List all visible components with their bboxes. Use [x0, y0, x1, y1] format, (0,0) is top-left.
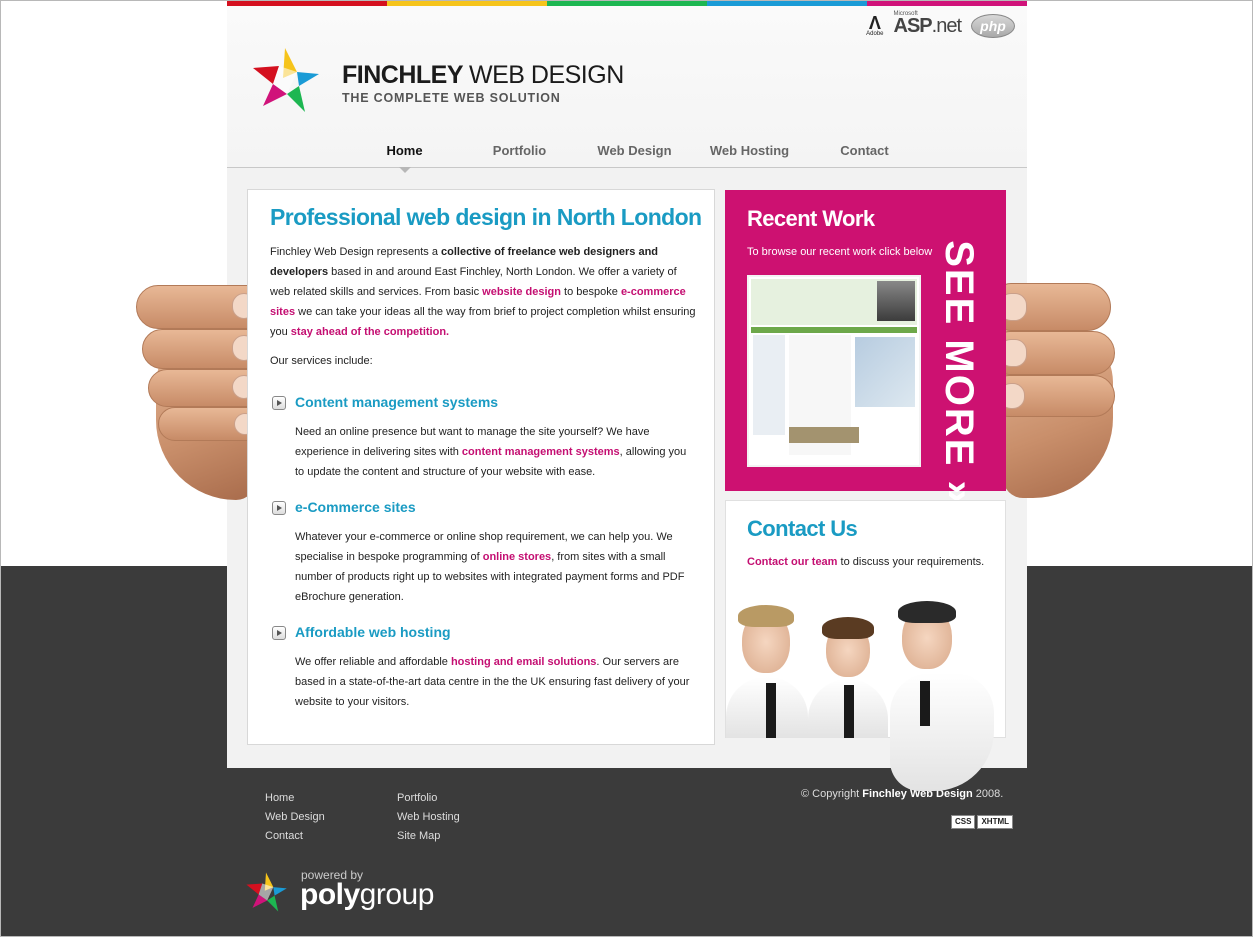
site-title-rest: WEB DESIGN — [469, 61, 624, 89]
aspnet-logo: Microsoft ASP.net — [893, 11, 962, 38]
service-desc-ecommerce: Whatever your e-commerce or online shop … — [295, 527, 695, 607]
team-photo-person-3 — [890, 601, 994, 791]
recent-work-heading: Recent Work — [747, 206, 875, 231]
finchley-logo-icon[interactable] — [249, 44, 321, 116]
contact-team-link[interactable]: Contact our team — [747, 556, 837, 568]
site-title-bold: FINCHLEY — [342, 61, 463, 89]
recent-work-panel: Recent Work To browse our recent work cl… — [725, 190, 1006, 505]
footer-link-home[interactable]: Home — [265, 789, 325, 808]
contact-lead-text: to discuss your requirements. — [837, 556, 985, 568]
see-more-button[interactable]: SEE MORE » — [929, 240, 987, 505]
contact-lead: Contact our team to discuss your require… — [747, 556, 984, 568]
cms-link[interactable]: content management systems — [462, 446, 620, 458]
tie — [766, 683, 776, 738]
site-header: FINCHLEY WEB DESIGN THE COMPLETE WEB SOL… — [227, 6, 1027, 173]
polygroup-logo-icon — [246, 872, 287, 912]
footer-link-web-hosting[interactable]: Web Hosting — [397, 808, 460, 827]
play-arrow-icon — [272, 501, 286, 515]
thumb-column — [753, 335, 785, 435]
microsoft-label: Microsoft — [893, 10, 918, 17]
see-more-label: SEE MORE » — [936, 239, 981, 505]
brand-bold: poly — [300, 878, 360, 911]
intro-paragraph: Finchley Web Design represents a collect… — [270, 242, 698, 342]
service-desc-hosting: We offer reliable and affordable hosting… — [295, 652, 695, 712]
adobe-glyph-icon: Λ — [868, 12, 881, 33]
net-label: .net — [931, 14, 962, 37]
footer-links-col1: Home Web Design Contact — [265, 789, 325, 846]
hair — [822, 617, 874, 639]
contact-heading: Contact Us — [747, 516, 858, 541]
tie — [920, 681, 930, 726]
technology-logos: Λ Adobe Microsoft ASP.net php — [866, 11, 1015, 38]
footer-link-portfolio[interactable]: Portfolio — [397, 789, 460, 808]
stay-ahead-link[interactable]: stay ahead of the competition. — [291, 326, 449, 338]
service-text: We offer reliable and affordable — [295, 656, 451, 668]
shirt — [890, 673, 994, 791]
service-title-ecommerce: e-Commerce sites — [295, 499, 416, 515]
nav-contact[interactable]: Contact — [807, 143, 922, 158]
thumb-nav — [751, 327, 917, 333]
polygroup-wordmark: polygroup — [300, 878, 434, 912]
thumb-images — [789, 427, 859, 443]
intro-text-3: to bespoke — [561, 286, 621, 298]
nav-portfolio[interactable]: Portfolio — [462, 143, 577, 158]
main-navigation: Home Portfolio Web Design Web Hosting Co… — [347, 143, 922, 173]
site-tagline: THE COMPLETE WEB SOLUTION — [342, 91, 561, 105]
thumb-map — [855, 337, 915, 407]
intro-text-1: Finchley Web Design represents a — [270, 246, 441, 258]
online-stores-link[interactable]: online stores — [483, 551, 551, 563]
contact-panel: Contact Us Contact our team to discuss y… — [725, 500, 1006, 791]
team-photo-person-2 — [808, 617, 888, 738]
css-valid-badge[interactable]: CSS — [951, 815, 976, 829]
hair — [898, 601, 956, 623]
right-hand-image — [995, 283, 1117, 498]
site-title[interactable]: FINCHLEY WEB DESIGN — [342, 61, 624, 90]
brand-rest: group — [359, 878, 435, 911]
play-arrow-icon — [272, 396, 286, 410]
team-photo-person-1 — [726, 601, 808, 738]
service-desc-cms: Need an online presence but want to mana… — [295, 422, 695, 482]
copyright-prefix: © Copyright — [801, 788, 863, 800]
services-lead: Our services include: — [270, 355, 373, 367]
recent-work-lead: To browse our recent work click below — [747, 246, 933, 258]
footer-link-contact[interactable]: Contact — [265, 827, 325, 846]
hosting-email-link[interactable]: hosting and email solutions — [451, 656, 596, 668]
validation-badges: CSS XHTML — [951, 815, 1014, 829]
xhtml-valid-badge[interactable]: XHTML — [977, 815, 1014, 829]
asp-label: ASP — [893, 14, 933, 37]
nav-home[interactable]: Home — [347, 143, 462, 173]
left-hand-image — [136, 285, 262, 500]
nav-web-design[interactable]: Web Design — [577, 143, 692, 158]
footer-links-col2: Portfolio Web Hosting Site Map — [397, 789, 460, 846]
hair — [738, 605, 794, 627]
footer-link-site-map[interactable]: Site Map — [397, 827, 460, 846]
service-title-cms: Content management systems — [295, 394, 499, 410]
nav-web-hosting[interactable]: Web Hosting — [692, 143, 807, 158]
adobe-logo: Λ Adobe — [866, 12, 884, 38]
portfolio-thumbnail[interactable] — [747, 275, 921, 467]
thumb-photo — [877, 281, 915, 321]
website-design-link[interactable]: website design — [482, 286, 561, 298]
main-heading: Professional web design in North London — [270, 204, 702, 230]
tie — [844, 685, 854, 738]
play-arrow-icon — [272, 626, 286, 640]
adobe-label: Adobe — [866, 30, 884, 37]
php-logo: php — [971, 14, 1015, 38]
main-content-card: Professional web design in North London … — [247, 189, 715, 745]
service-title-hosting: Affordable web hosting — [295, 624, 451, 640]
footer-link-web-design[interactable]: Web Design — [265, 808, 325, 827]
